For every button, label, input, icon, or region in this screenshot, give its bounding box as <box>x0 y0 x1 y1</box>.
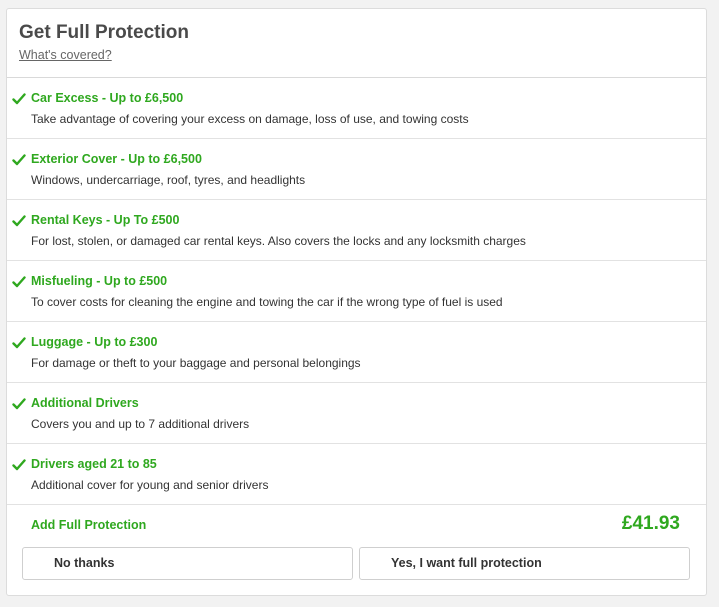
item-title: Exterior Cover - Up to £6,500 <box>31 152 202 166</box>
item-description: Covers you and up to 7 additional driver… <box>31 417 250 431</box>
whats-covered-link[interactable]: What's covered? <box>19 48 112 62</box>
list-item: Additional Drivers Covers you and up to … <box>7 383 706 444</box>
accept-protection-button[interactable]: Yes, I want full protection <box>359 547 690 580</box>
page-title: Get Full Protection <box>19 22 189 43</box>
item-description: Windows, undercarriage, roof, tyres, and… <box>31 173 306 187</box>
item-description: For lost, stolen, or damaged car rental … <box>31 234 526 248</box>
checkmark-icon <box>12 154 26 166</box>
checkmark-icon <box>12 398 26 410</box>
accept-protection-label: Yes, I want full protection <box>391 556 542 570</box>
checkmark-icon <box>12 215 26 227</box>
list-item: Drivers aged 21 to 85 Additional cover f… <box>7 444 706 505</box>
card-header: Get Full Protection What's covered? <box>7 9 706 78</box>
item-title: Luggage - Up to £300 <box>31 335 158 349</box>
item-description: For damage or theft to your baggage and … <box>31 356 361 370</box>
item-title: Drivers aged 21 to 85 <box>31 457 157 471</box>
card-footer: Add Full Protection £41.93 No thanks Yes… <box>7 505 706 595</box>
checkmark-icon <box>12 337 26 349</box>
item-title: Misfueling - Up to £500 <box>31 274 168 288</box>
list-item: Luggage - Up to £300 For damage or theft… <box>7 322 706 383</box>
list-item: Car Excess - Up to £6,500 Take advantage… <box>7 78 706 139</box>
item-description: Take advantage of covering your excess o… <box>31 112 469 126</box>
no-thanks-label: No thanks <box>54 556 115 570</box>
item-description: Additional cover for young and senior dr… <box>31 478 269 492</box>
item-title: Rental Keys - Up To £500 <box>31 213 180 227</box>
add-full-protection-label: Add Full Protection <box>31 518 147 532</box>
list-item: Rental Keys - Up To £500 For lost, stole… <box>7 200 706 261</box>
item-title: Car Excess - Up to £6,500 <box>31 91 184 105</box>
item-description: To cover costs for cleaning the engine a… <box>31 295 503 309</box>
list-item: Exterior Cover - Up to £6,500 Windows, u… <box>7 139 706 200</box>
checkmark-icon <box>12 459 26 471</box>
price-total: £41.93 <box>621 513 680 534</box>
item-title: Additional Drivers <box>31 396 139 410</box>
list-item: Misfueling - Up to £500 To cover costs f… <box>7 261 706 322</box>
checkmark-icon <box>12 93 26 105</box>
checkmark-icon <box>12 276 26 288</box>
protection-card: Get Full Protection What's covered? Car … <box>6 8 707 596</box>
no-thanks-button[interactable]: No thanks <box>22 547 353 580</box>
